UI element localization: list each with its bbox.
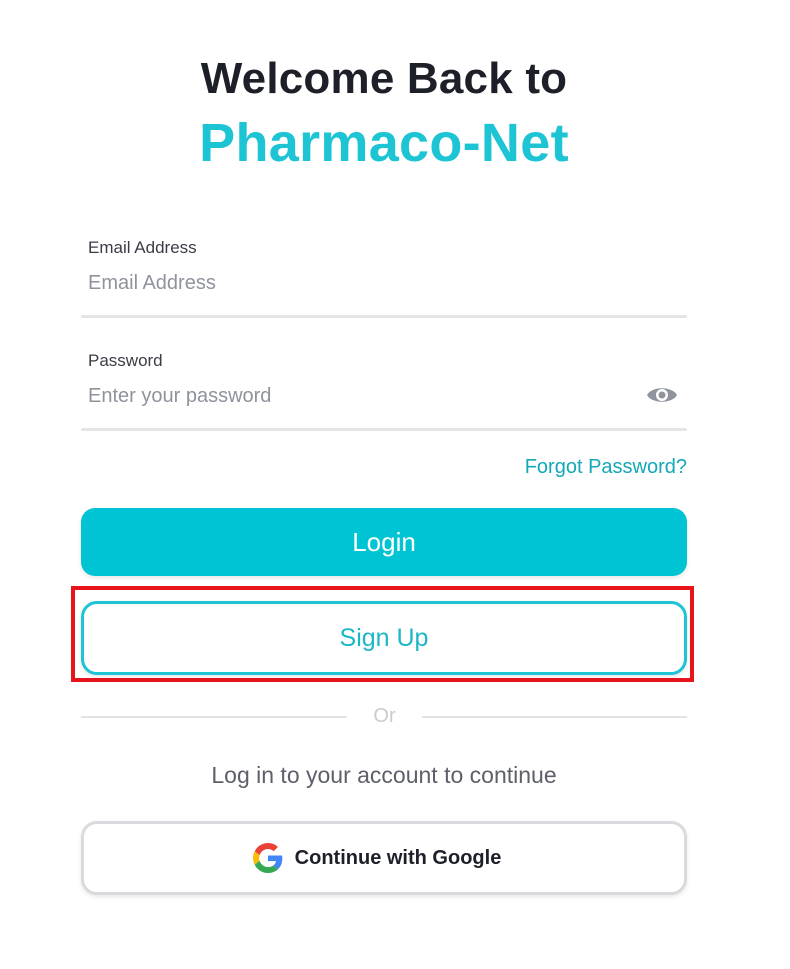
login-prompt: Log in to your account to continue: [211, 762, 557, 788]
email-field[interactable]: [88, 268, 628, 298]
email-label: Email Address: [88, 238, 197, 257]
google-icon: [252, 843, 283, 873]
google-sign-in-button[interactable]: Continue with Google: [81, 821, 687, 895]
forgot-password-link[interactable]: Forgot Password?: [525, 456, 687, 479]
password-field[interactable]: [88, 381, 628, 411]
welcome-title: Welcome Back to: [200, 54, 568, 103]
email-field-group: Email Address: [81, 238, 687, 318]
google-button-label: Continue with Google: [294, 846, 502, 869]
password-underline: [81, 428, 687, 431]
divider-label: Or: [373, 705, 396, 727]
divider-line-left: [81, 716, 347, 718]
eye-icon[interactable]: [645, 381, 679, 409]
brand-title: Pharmaco-Net: [199, 113, 569, 173]
sign-up-button[interactable]: Sign Up: [81, 601, 687, 675]
login-button[interactable]: Login: [81, 508, 687, 576]
password-field-group: Password: [81, 351, 687, 431]
password-label: Password: [88, 351, 163, 370]
divider-line-right: [422, 716, 687, 718]
email-underline: [81, 315, 687, 318]
